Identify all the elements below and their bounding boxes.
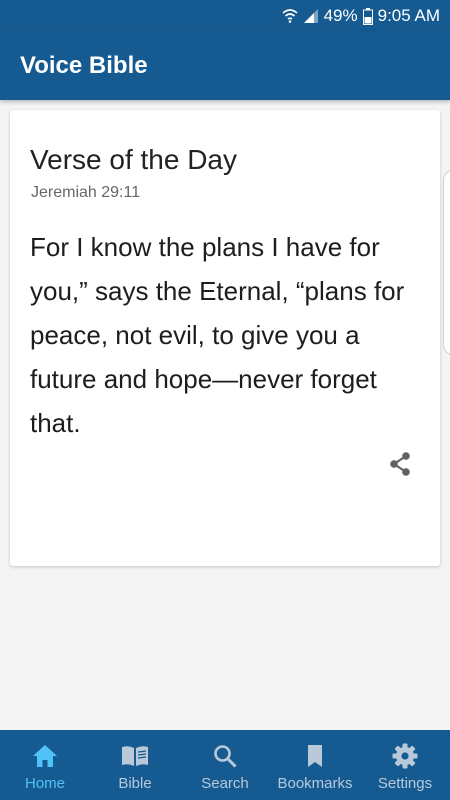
nav-settings[interactable]: Settings	[360, 730, 450, 800]
bookmark-icon	[306, 742, 324, 770]
share-button[interactable]	[384, 450, 416, 482]
app-bar: Voice Bible	[0, 32, 450, 100]
clock: 9:05 AM	[377, 6, 440, 25]
nav-bookmarks[interactable]: Bookmarks	[270, 730, 360, 800]
nav-home[interactable]: Home	[0, 730, 90, 800]
verse-reference: Jeremiah 29:11	[31, 184, 141, 201]
status-bar: 49% 9:05 AM	[0, 0, 450, 32]
nav-home-label: Home	[24, 775, 65, 792]
gear-icon	[392, 742, 418, 770]
card-title: Verse of the Day	[30, 144, 238, 175]
bottom-navigation: Home Bible Search Bookmarks Settings	[0, 730, 450, 800]
verse-of-the-day-card: Verse of the Day Jeremiah 29:11 For I kn…	[10, 110, 440, 566]
verse-text: For I know the plans I have for you,” sa…	[30, 232, 405, 438]
signal-icon	[303, 8, 319, 24]
next-card-edge[interactable]	[443, 170, 450, 355]
nav-settings-label: Settings	[377, 775, 433, 792]
nav-bible[interactable]: Bible	[90, 730, 180, 800]
app-title: Voice Bible	[20, 52, 148, 79]
nav-bookmarks-label: Bookmarks	[277, 775, 353, 792]
wifi-icon	[282, 8, 298, 24]
battery-icon	[362, 7, 373, 25]
nav-search[interactable]: Search	[180, 730, 270, 800]
search-icon	[213, 742, 237, 770]
battery-percent: 49%	[323, 6, 358, 25]
nav-search-label: Search	[201, 775, 249, 792]
book-icon	[120, 742, 150, 770]
home-icon	[32, 742, 58, 770]
nav-bible-label: Bible	[118, 775, 152, 792]
share-icon	[386, 450, 414, 483]
